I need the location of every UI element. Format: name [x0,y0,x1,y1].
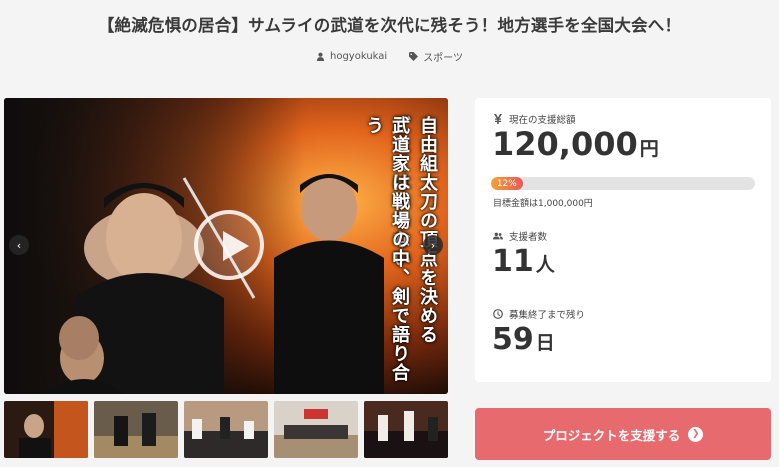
remaining-value: 59 [492,322,534,357]
raised-amount: 120,000 円 [492,125,659,163]
caption-line-3: 武道家は戦場の中、剣で語り合う [363,116,410,382]
project-meta: hogyokukai スポーツ [0,49,779,64]
goal-text: 目標金額は1,000,000円 [493,199,593,209]
play-icon[interactable] [194,210,264,280]
prev-arrow-icon[interactable]: ‹ [9,235,29,255]
backers-value: 11 [492,244,534,279]
support-project-button[interactable]: プロジェクトを支援する ❯ [475,408,771,460]
thumbnail[interactable] [94,401,178,458]
thumbnail[interactable] [274,401,358,458]
progress-fill: 12% [491,177,523,190]
thumbnail-image [364,401,448,458]
clock-icon [493,309,503,319]
backers-label: 支援者数 [493,229,547,243]
chevron-right-circle-icon: ❯ [688,426,704,442]
thumbnail-image [94,401,178,458]
next-arrow-icon[interactable]: › [423,235,443,255]
caption-line-1: 自由組太刀の頂点を決める [417,116,438,344]
raised-value: 120,000 [492,125,638,163]
progress-bar: 12% [491,177,755,190]
funding-panel: 現在の支援総額 120,000 円 12% 目標金額は1,000,000円 支援者… [475,98,771,382]
support-button-label: プロジェクトを支援する [542,427,681,443]
backers-unit: 人 [535,254,555,276]
thumbnail-strip [4,401,448,458]
thumbnail[interactable] [364,401,448,458]
raised-label: 現在の支援総額 [493,112,576,126]
remaining-label: 募集終了まで残り [493,307,585,321]
user-icon [316,52,325,61]
author-name: hogyokukai [330,51,388,62]
thumbnail[interactable] [4,401,88,458]
remaining-unit: 日 [535,332,555,354]
author-link[interactable]: hogyokukai [316,49,387,64]
thumbnail[interactable] [184,401,268,458]
category-link[interactable]: スポーツ [409,49,463,64]
thumbnail-image [4,401,88,458]
main-video[interactable]: 自由組太刀の頂点を決める ごたくはいらない 武道家は戦場の中、剣で語り合う [4,98,448,394]
raised-unit: 円 [639,138,659,160]
yen-icon [494,114,502,124]
backers-count: 11 人 [492,244,555,279]
category-name: スポーツ [423,53,463,64]
tag-icon [409,52,419,61]
thumbnail-image [184,401,268,458]
remaining-days: 59 日 [492,322,555,357]
users-icon [493,232,503,240]
thumbnail-image [274,401,358,458]
project-title: 【絶滅危惧の居合】サムライの武道を次代に残そう！地方選手を全国大会へ！ [97,16,682,35]
